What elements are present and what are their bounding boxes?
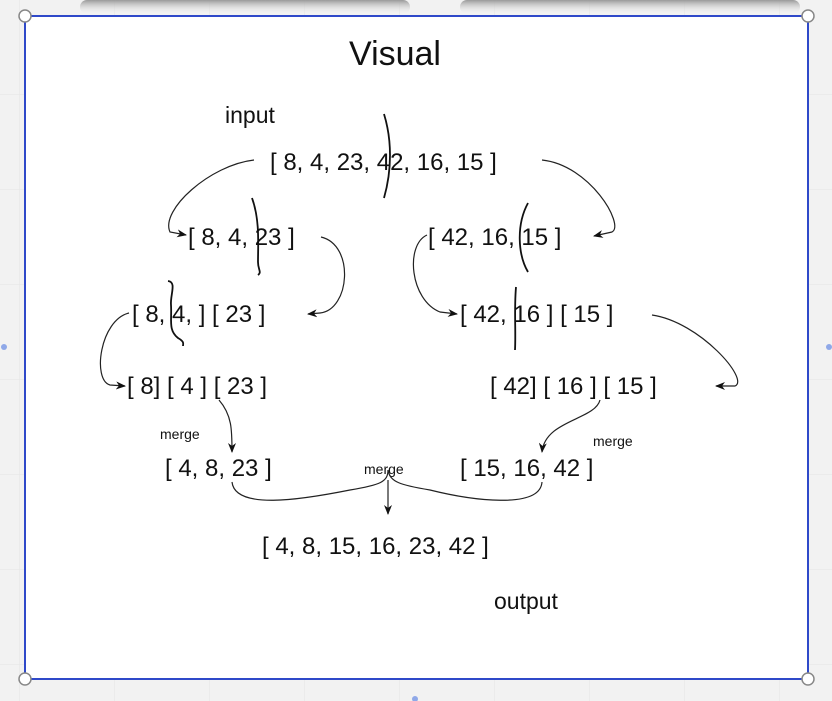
right-single-arrays: [ 42] [ 16 ] [ 15 ] (490, 373, 657, 400)
left-split-arrays: [ 8, 4, ] [ 23 ] (132, 301, 265, 328)
left-merged-array: [ 4, 8, 23 ] (165, 455, 272, 482)
right-half-array: [ 42, 16, 15 ] (428, 224, 561, 251)
selected-frame[interactable] (24, 15, 809, 680)
right-split-arrays: [ 42, 16 ] [ 15 ] (460, 301, 613, 328)
shadow (460, 0, 800, 14)
resize-handle-top-left[interactable] (18, 9, 32, 23)
resize-handle-bottom-right[interactable] (801, 672, 815, 686)
output-array: [ 4, 8, 15, 16, 23, 42 ] (262, 533, 489, 560)
merge-label-right: merge (593, 433, 633, 449)
right-merged-array: [ 15, 16, 42 ] (460, 455, 593, 482)
left-single-arrays: [ 8] [ 4 ] [ 23 ] (127, 373, 267, 400)
resize-handle-top-right[interactable] (801, 9, 815, 23)
output-label: output (494, 588, 559, 614)
input-label: input (225, 102, 275, 128)
connector-dot-right[interactable] (826, 344, 832, 350)
left-half-array: [ 8, 4, 23 ] (188, 224, 295, 251)
connector-dot-left[interactable] (1, 344, 7, 350)
resize-handle-bottom-left[interactable] (18, 672, 32, 686)
input-array: [ 8, 4, 23, 42, 16, 15 ] (270, 149, 497, 176)
diagram-title: Visual (349, 35, 441, 73)
shadow (80, 0, 410, 14)
merge-label-left: merge (160, 426, 200, 442)
whiteboard-canvas[interactable]: Visual input output [ 8, 4, 23, 42, 16, … (0, 0, 832, 701)
merge-label-center: merge (364, 461, 404, 477)
